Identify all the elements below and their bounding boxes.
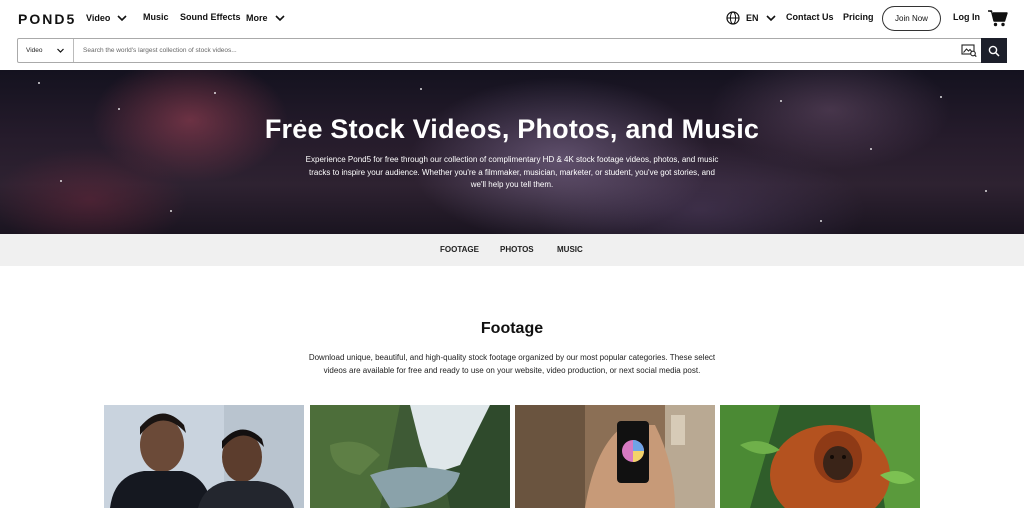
footage-thumbnail-people[interactable] (104, 405, 304, 508)
footage-section-description: Download unique, beautiful, and high-qua… (308, 353, 716, 375)
login-link[interactable]: Log In (953, 12, 980, 22)
join-now-button[interactable]: Join Now (882, 6, 941, 31)
chevron-down-icon (117, 15, 127, 22)
nav-pricing[interactable]: Pricing (843, 12, 874, 22)
search-category-label: Video (26, 47, 43, 54)
tab-music[interactable]: MUSIC (557, 245, 583, 254)
star-decoration (420, 88, 422, 90)
hero-subtitle: Experience Pond5 for free through our co… (305, 155, 719, 189)
nav-more[interactable]: More (246, 12, 286, 24)
nav-contact[interactable]: Contact Us (786, 12, 834, 22)
media-type-tabs: FOOTAGE PHOTOS MUSIC (0, 234, 1024, 266)
chevron-down-icon (57, 48, 64, 53)
nav-sound-effects[interactable]: Sound Effects (180, 12, 241, 22)
nav-video[interactable]: Video (86, 12, 128, 24)
search-bar: Video (17, 38, 1007, 63)
image-search-button[interactable] (957, 39, 981, 62)
pond5-logo[interactable]: POND5 (18, 11, 76, 27)
smartphone-image (515, 405, 715, 508)
search-category-select[interactable]: Video (18, 39, 74, 62)
hero-title: Free Stock Videos, Photos, and Music (264, 114, 760, 144)
language-label: EN (746, 13, 759, 23)
star-decoration (118, 108, 120, 110)
language-selector[interactable]: EN (726, 11, 777, 25)
star-decoration (170, 210, 172, 212)
star-decoration (60, 180, 62, 182)
search-icon (988, 45, 1000, 57)
nav-music[interactable]: Music (143, 12, 169, 22)
search-input[interactable] (74, 39, 957, 62)
tab-footage[interactable]: FOOTAGE (440, 245, 479, 254)
footage-thumbnail-smartphone[interactable] (515, 405, 715, 508)
top-navigation: POND5 Video Music Sound Effects More EN … (0, 0, 1024, 37)
star-decoration (214, 92, 216, 94)
footage-thumbnail-orangutan[interactable] (720, 405, 920, 508)
star-decoration (940, 96, 942, 98)
globe-icon (726, 11, 740, 25)
nav-video-label: Video (86, 13, 111, 23)
search-button[interactable] (981, 38, 1007, 63)
orangutan-image (720, 405, 920, 508)
hero-banner: Free Stock Videos, Photos, and Music Exp… (0, 70, 1024, 234)
chevron-down-icon (274, 15, 285, 22)
star-decoration (870, 148, 872, 150)
people-image (104, 405, 304, 508)
star-decoration (820, 220, 822, 222)
chevron-down-icon (765, 15, 776, 22)
star-decoration (985, 190, 987, 192)
footage-section-title: Footage (480, 320, 544, 337)
tab-photos[interactable]: PHOTOS (500, 245, 534, 254)
nav-more-label: More (246, 13, 268, 23)
waterfall-image (310, 405, 510, 508)
star-decoration (38, 82, 40, 84)
footage-thumbnail-waterfall[interactable] (310, 405, 510, 508)
star-decoration (780, 100, 782, 102)
cart-icon[interactable] (988, 10, 1008, 27)
image-search-icon (961, 44, 977, 57)
